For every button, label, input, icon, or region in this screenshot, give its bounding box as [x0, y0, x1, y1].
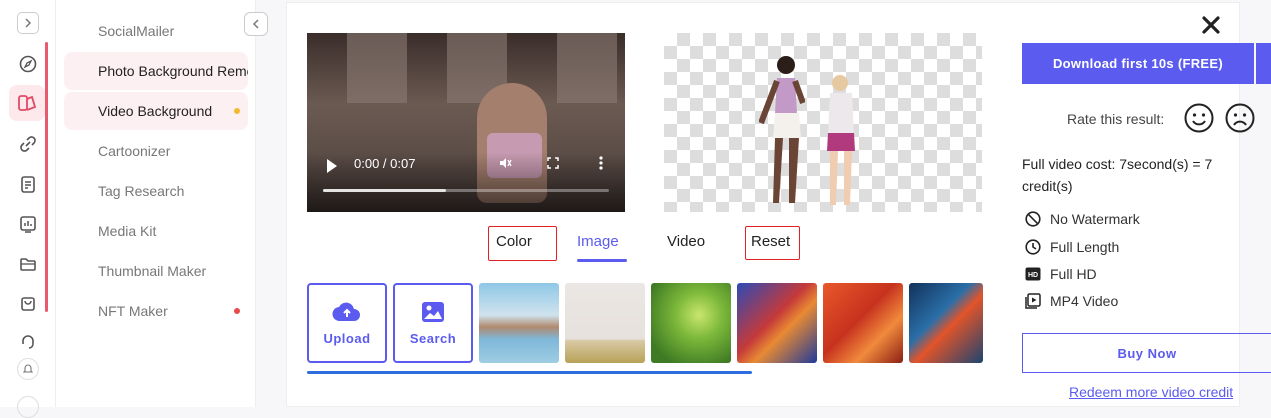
cloud-upload-icon: [332, 302, 360, 321]
rate-label: Rate this result:: [1067, 111, 1165, 127]
background-thumb-pineapples[interactable]: [565, 283, 645, 363]
redeem-credit-link[interactable]: Redeem more video credit: [1069, 384, 1233, 400]
rail-accent-bar: [45, 42, 48, 312]
collapse-chevron-icon[interactable]: [244, 12, 268, 36]
annotation-box-reset: [745, 226, 800, 260]
analytics-icon[interactable]: [16, 212, 40, 236]
feature-mp4-video: MP4 Video: [1024, 291, 1118, 311]
no-sign-icon: [1024, 210, 1042, 228]
video-progress-track[interactable]: [323, 189, 609, 192]
transparent-preview: [664, 33, 982, 212]
close-icon[interactable]: [1199, 13, 1223, 37]
mute-icon[interactable]: [497, 155, 513, 171]
upload-button[interactable]: Upload: [307, 283, 387, 363]
palette-icon[interactable]: [9, 85, 45, 121]
video-player[interactable]: 0:00 / 0:07: [307, 33, 625, 212]
tools-nav: SocialMailer Photo Background Remover Vi…: [56, 0, 256, 407]
video-buffer-bar: [323, 189, 446, 192]
annotation-box-color: [488, 226, 557, 261]
cutout-figure: [827, 75, 855, 205]
buy-now-button[interactable]: Buy Now: [1022, 333, 1271, 373]
hd-icon: HD: [1024, 265, 1042, 283]
cutout-figure: [759, 56, 805, 203]
nav-item-cartoonizer[interactable]: Cartoonizer: [64, 132, 248, 170]
frown-icon[interactable]: [1224, 102, 1256, 134]
image-icon: [422, 301, 444, 322]
background-thumb-leaves[interactable]: [651, 283, 731, 363]
nav-item-video-background[interactable]: Video Background: [64, 92, 248, 130]
nav-item-thumbnail-maker[interactable]: Thumbnail Maker: [64, 252, 248, 290]
shopping-bag-icon[interactable]: [16, 291, 40, 315]
svg-text:HD: HD: [1028, 272, 1038, 279]
feature-full-hd: HD Full HD: [1024, 264, 1097, 284]
compass-icon[interactable]: [16, 52, 40, 76]
bell-icon[interactable]: [17, 358, 39, 380]
fullscreen-icon[interactable]: [545, 155, 561, 171]
background-thumb-abstract-blue[interactable]: [737, 283, 817, 363]
video-time: 0:00 / 0:07: [354, 156, 416, 171]
clock-icon: [1024, 238, 1042, 256]
support-icon[interactable]: [16, 330, 40, 354]
link-icon[interactable]: [16, 132, 40, 156]
status-dot: [234, 308, 240, 314]
icon-rail: [0, 0, 56, 418]
video-file-icon: [1024, 292, 1042, 310]
feature-no-watermark: No Watermark: [1024, 209, 1140, 229]
more-options-icon[interactable]: [593, 155, 609, 171]
nav-item-tag-research[interactable]: Tag Research: [64, 172, 248, 210]
nav-item-nft-maker[interactable]: NFT Maker: [64, 292, 248, 330]
nav-item-socialmailer[interactable]: SocialMailer: [64, 12, 248, 50]
tab-image[interactable]: Image: [577, 233, 619, 250]
folder-icon[interactable]: [16, 252, 40, 276]
active-tab-indicator: [577, 259, 627, 262]
search-button[interactable]: Search: [393, 283, 473, 363]
feature-full-length: Full Length: [1024, 237, 1119, 257]
download-button[interactable]: Download first 10s (FREE): [1022, 43, 1254, 84]
background-thumb-abstract-teal[interactable]: [909, 283, 983, 363]
tab-video[interactable]: Video: [667, 233, 705, 250]
expand-chevron-icon[interactable]: [17, 12, 39, 34]
cost-text: Full video cost: 7second(s) = 7 credit(s…: [1022, 156, 1213, 194]
profile-icon[interactable]: [17, 396, 39, 418]
nav-item-photo-background[interactable]: Photo Background Remover: [64, 52, 248, 90]
document-icon[interactable]: [16, 172, 40, 196]
nav-item-media-kit[interactable]: Media Kit: [64, 212, 248, 250]
background-thumb-city[interactable]: [479, 283, 559, 363]
play-icon[interactable]: [327, 159, 337, 173]
download-options-button[interactable]: [1256, 43, 1271, 84]
thumbnail-scrollbar[interactable]: [307, 371, 752, 374]
editor-card: 0:00 / 0:07 Color Image Video Reset Uplo…: [286, 2, 1271, 407]
background-thumb-abstract-orange[interactable]: [823, 283, 903, 363]
status-dot: [234, 108, 240, 114]
smile-icon[interactable]: [1183, 102, 1215, 134]
